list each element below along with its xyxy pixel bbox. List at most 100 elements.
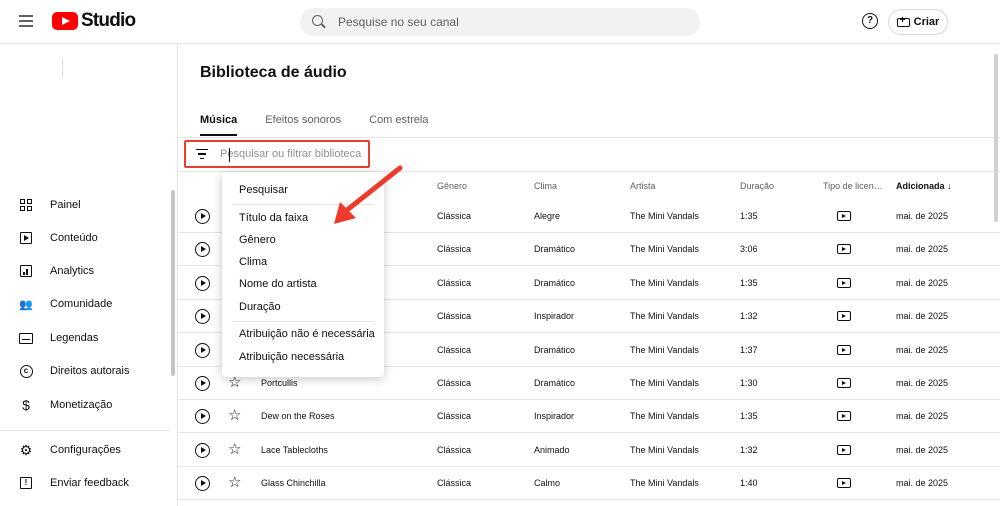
menu-item-clima[interactable]: Clima <box>239 256 267 268</box>
text-cursor <box>229 148 230 162</box>
track-artist[interactable]: The Mini Vandals <box>630 244 699 254</box>
track-mood: Dramático <box>534 278 576 288</box>
star-icon[interactable]: ☆ <box>228 407 241 424</box>
track-artist[interactable]: The Mini Vandals <box>630 278 699 288</box>
sidebar-item-configuracoes[interactable]: ⚙ Configurações <box>0 435 170 465</box>
tab-musica[interactable]: Música <box>200 114 238 136</box>
help-icon[interactable]: ? <box>862 13 878 29</box>
channel-search[interactable] <box>300 8 700 36</box>
track-title: Lace Tablecloths <box>261 445 328 455</box>
column-header-license[interactable]: Tipo de licen… <box>823 181 883 191</box>
menu-icon[interactable] <box>14 12 38 32</box>
main-scrollbar[interactable] <box>994 54 998 222</box>
sidebar-divider <box>62 58 63 78</box>
sidebar-item-direitos-autorais[interactable]: c Direitos autorais <box>0 356 170 386</box>
tab-efeitos-sonoros[interactable]: Efeitos sonoros <box>265 114 341 136</box>
column-header-artist[interactable]: Artista <box>630 181 656 191</box>
play-icon[interactable] <box>195 209 210 224</box>
track-artist[interactable]: The Mini Vandals <box>630 378 699 388</box>
play-icon[interactable] <box>195 276 210 291</box>
search-icon[interactable] <box>312 15 326 29</box>
track-duration: 1:30 <box>740 378 758 388</box>
track-genre: Clássica <box>437 244 472 254</box>
track-genre: Clássica <box>437 378 472 388</box>
play-icon[interactable] <box>195 443 210 458</box>
dashboard-icon <box>18 197 34 213</box>
sidebar-item-label: Legendas <box>50 332 99 344</box>
copyright-icon: c <box>18 363 34 379</box>
license-icon[interactable] <box>837 345 851 355</box>
menu-item-duracao[interactable]: Duração <box>239 301 281 313</box>
sidebar-item-label: Conteúdo <box>50 232 98 244</box>
sidebar-item-label: Configurações <box>50 444 121 456</box>
column-header-genre[interactable]: Gênero <box>437 181 467 191</box>
star-icon[interactable]: ☆ <box>228 441 241 458</box>
sidebar-item-conteudo[interactable]: Conteúdo <box>0 223 170 253</box>
license-icon[interactable] <box>837 411 851 421</box>
sidebar-separator <box>0 430 170 431</box>
play-icon[interactable] <box>195 343 210 358</box>
page-title: Biblioteca de áudio <box>200 64 347 81</box>
sidebar-item-label: Direitos autorais <box>50 365 130 377</box>
library-filter-input[interactable] <box>220 148 368 160</box>
license-icon[interactable] <box>837 311 851 321</box>
column-header-mood[interactable]: Clima <box>534 181 557 191</box>
track-artist[interactable]: The Mini Vandals <box>630 478 699 488</box>
menu-item-pesquisar[interactable]: Pesquisar <box>239 184 288 196</box>
track-added-date: mai. de 2025 <box>896 278 949 288</box>
track-artist[interactable]: The Mini Vandals <box>630 311 699 321</box>
menu-item-nome-do-artista[interactable]: Nome do artista <box>239 278 317 290</box>
play-icon[interactable] <box>195 309 210 324</box>
track-artist[interactable]: The Mini Vandals <box>630 211 699 221</box>
sidebar-item-painel[interactable]: Painel <box>0 190 170 220</box>
table-row[interactable]: ☆ Dew on the Roses Clássica Inspirador The M… <box>178 400 1000 433</box>
sidebar-item-enviar-feedback[interactable]: ! Enviar feedback <box>0 468 170 498</box>
license-icon[interactable] <box>837 378 851 388</box>
play-icon[interactable] <box>195 242 210 257</box>
create-button[interactable]: Criar <box>888 9 948 35</box>
track-artist[interactable]: The Mini Vandals <box>630 345 699 355</box>
column-header-added[interactable]: Adicionada ↓ <box>896 181 952 191</box>
sidebar-scrollbar[interactable] <box>171 190 175 376</box>
license-icon[interactable] <box>837 445 851 455</box>
tab-com-estrela[interactable]: Com estrela <box>369 114 428 136</box>
track-artist[interactable]: The Mini Vandals <box>630 445 699 455</box>
filter-icon[interactable] <box>196 149 208 159</box>
play-icon[interactable] <box>195 376 210 391</box>
content-icon <box>18 230 34 246</box>
sidebar-item-comunidade[interactable]: 👥 Comunidade <box>0 289 170 319</box>
track-title: Portcullis <box>261 378 298 388</box>
track-artist[interactable]: The Mini Vandals <box>630 411 699 421</box>
sidebar-item-analytics[interactable]: Analytics <box>0 256 170 286</box>
track-mood: Dramático <box>534 378 576 388</box>
star-icon[interactable]: ☆ <box>228 474 241 491</box>
license-icon[interactable] <box>837 478 851 488</box>
menu-item-genero[interactable]: Gênero <box>239 234 276 246</box>
play-icon[interactable] <box>195 409 210 424</box>
track-added-date: mai. de 2025 <box>896 445 949 455</box>
track-duration: 1:35 <box>740 211 758 221</box>
track-duration: 1:40 <box>740 478 758 488</box>
play-icon[interactable] <box>195 476 210 491</box>
studio-logo[interactable]: Studio <box>52 10 136 32</box>
analytics-icon <box>18 263 34 279</box>
track-added-date: mai. de 2025 <box>896 311 949 321</box>
sidebar-item-monetizacao[interactable]: $ Monetização <box>0 390 170 420</box>
table-row[interactable]: ☆ Lace Tablecloths Clássica Animado The Mini… <box>178 434 1000 467</box>
license-icon[interactable] <box>837 211 851 221</box>
license-icon[interactable] <box>837 244 851 254</box>
menu-item-atribuicao-necessaria[interactable]: Atribuição necessária <box>239 351 344 363</box>
track-genre: Clássica <box>437 445 472 455</box>
menu-item-titulo-da-faixa[interactable]: Título da faixa <box>239 212 308 224</box>
sidebar-item-legendas[interactable]: Legendas <box>0 323 170 353</box>
tabs-divider <box>178 137 1000 138</box>
feedback-icon: ! <box>18 475 34 491</box>
table-row[interactable]: ☆ Glass Chinchilla Clássica Calmo The Mini V… <box>178 467 1000 500</box>
menu-item-atribuicao-nao-necessaria[interactable]: Atribuição não é necessária <box>239 328 375 340</box>
track-duration: 1:35 <box>740 411 758 421</box>
track-duration: 1:32 <box>740 311 758 321</box>
track-duration: 1:32 <box>740 445 758 455</box>
column-header-duration[interactable]: Duração <box>740 181 774 191</box>
channel-search-input[interactable] <box>338 15 678 29</box>
license-icon[interactable] <box>837 278 851 288</box>
